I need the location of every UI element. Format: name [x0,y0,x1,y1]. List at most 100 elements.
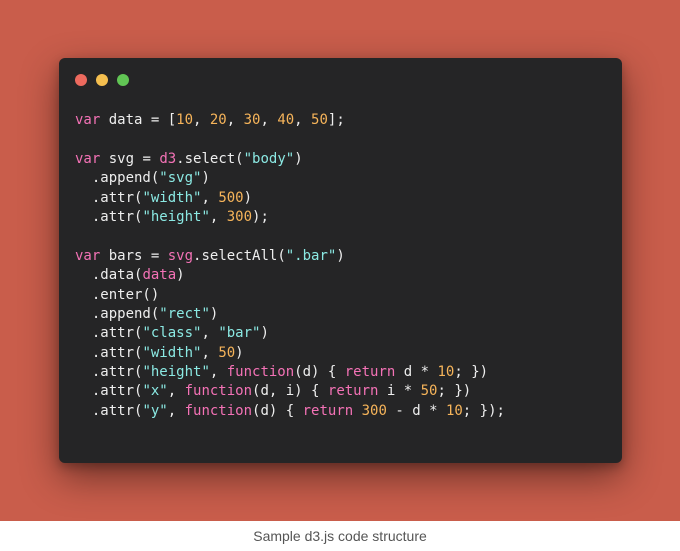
code-token: 10 [437,364,455,381]
code-token: , [167,402,185,419]
code-token: return [344,364,396,381]
code-token: , [226,112,244,128]
code-token: "x" [142,383,168,400]
code-token: , [167,383,185,400]
code-line: .append("rect") [75,305,505,324]
code-token: .selectAll( [193,247,286,264]
code-token: ) [336,247,345,264]
code-token: 40 [277,112,295,128]
code-line: var svg = d3.select("body") [75,150,505,169]
code-token: function [184,402,253,419]
code-token: svg = [100,150,160,167]
code-token: .attr( [75,383,143,400]
code-token: , [201,325,219,342]
minimize-dot-icon[interactable] [96,74,108,86]
code-token: "width" [142,189,202,206]
code-token: 50 [218,344,236,361]
code-token: , [209,208,227,225]
code-token: "body" [243,150,295,167]
code-token: function [226,364,295,381]
code-line: .append("svg") [75,169,505,188]
code-token: d3 [159,150,177,167]
code-token: bars = [100,247,168,264]
maximize-dot-icon[interactable] [117,74,129,86]
code-token: ; }) [454,364,489,381]
code-token: .append( [75,305,160,322]
code-line: .attr("height", 300); [75,208,505,227]
code-token: .enter() [75,286,160,303]
code-line: .attr("width", 500) [75,189,505,208]
code-token: "height" [142,364,210,381]
code-token: (d, i) { [252,383,328,400]
figure-caption: Sample d3.js code structure [253,528,427,544]
code-token: , [193,112,210,128]
code-token: 10 [445,402,463,419]
code-token: i * [378,383,421,400]
code-token: ]; [327,112,345,128]
code-token: .attr( [75,208,143,225]
code-token: ) [209,305,219,322]
code-block: var data = [10, 20, 30, 40, 50]; var svg … [75,111,505,421]
code-token: , [201,189,219,206]
code-token: (d) { [252,402,303,419]
code-token: return [327,383,379,400]
code-line: .attr("x", function(d, i) { return i * 5… [75,382,505,401]
code-line: .attr("class", "bar") [75,324,505,343]
code-token: ) [176,267,185,284]
code-token: .attr( [75,402,143,419]
code-token: 50 [311,112,328,128]
code-token: .attr( [75,364,143,381]
code-token: .select( [176,150,244,167]
code-token: ); [252,208,269,225]
code-line: .attr("y", function(d) { return 300 - d … [75,402,505,421]
code-token: ) [260,325,269,342]
code-token: "bar" [218,325,261,342]
code-token: data = [ [100,112,177,128]
code-token: 300 [361,402,387,419]
code-window: var data = [10, 20, 30, 40, 50]; var svg … [59,58,622,463]
code-token: ) [294,150,303,167]
code-token: , [201,344,219,361]
code-token: svg [167,247,194,264]
code-token: 500 [218,189,244,206]
code-token: data [142,267,177,284]
code-line: .attr("height", function(d) { return d *… [75,363,505,382]
code-token: d * [395,364,438,381]
code-token: var [75,112,101,128]
close-dot-icon[interactable] [75,74,87,86]
code-token: "y" [142,402,168,419]
code-token: .data( [75,267,143,284]
code-token: , [209,364,227,381]
code-line: var data = [10, 20, 30, 40, 50]; [75,111,505,130]
code-token: var [75,247,101,264]
code-token: ) [235,344,244,361]
code-token: 30 [243,112,261,128]
code-token: "width" [142,344,202,361]
code-token: 300 [226,208,253,225]
code-token: (d) { [294,364,345,381]
backdrop: var data = [10, 20, 30, 40, 50]; var svg … [0,0,680,521]
code-line: .data(data) [75,266,505,285]
code-token: "svg" [159,170,202,187]
code-token: "class" [142,325,202,342]
code-line: .attr("width", 50) [75,344,505,363]
code-token: "height" [142,208,210,225]
code-token: ) [243,189,253,206]
code-token: function [184,383,253,400]
window-controls [75,74,129,86]
code-token: 20 [209,112,227,128]
code-token: ; }); [462,402,505,419]
code-token: - d * [386,402,446,419]
code-token: ; }) [437,383,472,400]
code-line: .enter() [75,286,505,305]
code-token: "rect" [159,305,210,322]
code-token: , [294,112,312,128]
code-token: 50 [420,383,438,400]
code-token: 10 [176,112,194,128]
code-token: .attr( [75,344,143,361]
code-token: ".bar" [285,247,337,264]
code-token: .append( [75,170,160,187]
